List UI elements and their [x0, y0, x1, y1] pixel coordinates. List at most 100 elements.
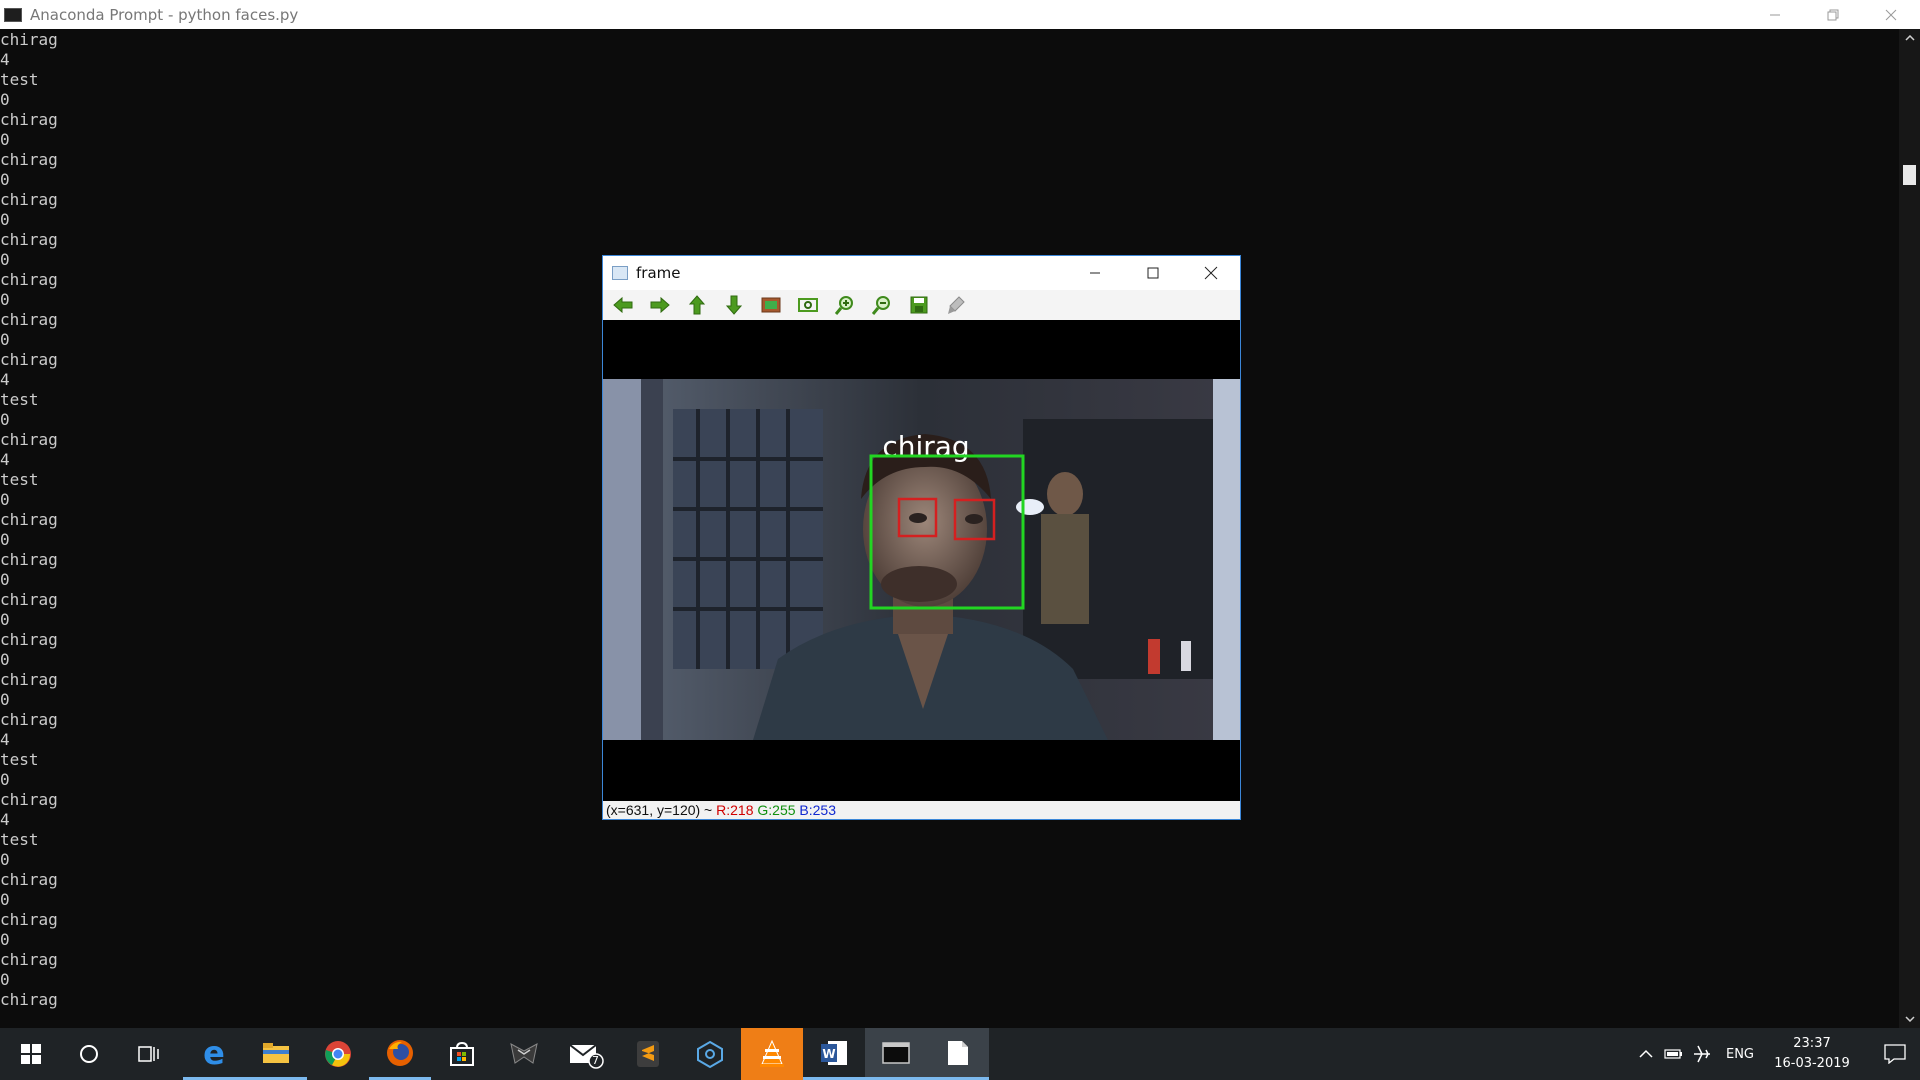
airplane-icon [1694, 1045, 1710, 1063]
close-icon [1204, 266, 1218, 280]
console-line: 0 [0, 850, 10, 869]
restore-icon [1827, 9, 1839, 20]
console-close-button[interactable] [1862, 0, 1920, 29]
zoom-frame-icon [797, 298, 818, 312]
task-view-icon [138, 1046, 159, 1062]
frame-title-bar[interactable]: frame [603, 256, 1240, 290]
folder-icon [263, 1042, 289, 1063]
clock-time: 23:37 [1793, 1036, 1831, 1051]
taskbar-file-explorer[interactable] [245, 1028, 307, 1080]
start-button[interactable] [0, 1028, 62, 1080]
desktop: Anaconda Prompt - python faces.py chirag… [0, 0, 1920, 1080]
frame-maximize-button[interactable] [1124, 256, 1182, 290]
console-line: chirag [0, 150, 58, 169]
battery-tray-button[interactable] [1660, 1028, 1688, 1080]
status-blue-value: B:253 [799, 802, 837, 818]
pan-up-button[interactable] [685, 294, 708, 317]
taskbar-chrome[interactable] [307, 1028, 369, 1080]
taskbar-store[interactable] [431, 1028, 493, 1080]
taskbar-edge[interactable]: e [183, 1028, 245, 1080]
console-restore-button[interactable] [1804, 0, 1862, 29]
scroll-thumb[interactable] [1903, 165, 1916, 185]
pan-right-button[interactable] [648, 294, 671, 317]
zoom-to-selection-button[interactable] [796, 294, 819, 317]
console-line: 0 [0, 210, 10, 229]
arrow-up-icon [688, 295, 705, 315]
blank-page-icon [948, 1040, 968, 1065]
close-icon [1885, 9, 1897, 20]
console-line: test [0, 70, 39, 89]
taskbar-firefox[interactable] [369, 1028, 431, 1080]
console-title-bar[interactable]: Anaconda Prompt - python faces.py [0, 0, 1920, 29]
chevron-up-icon [1639, 1049, 1653, 1058]
vlc-cone-icon [760, 1040, 784, 1067]
status-red-value: R:218 [716, 802, 754, 818]
properties-button[interactable] [944, 294, 967, 317]
image-icon [761, 297, 780, 313]
frame-app-icon [612, 266, 628, 280]
frame-window[interactable]: frame chirag (x=631, y=120) ~ R:218 G:25… [602, 255, 1241, 820]
windows-logo-icon [21, 1044, 41, 1064]
scroll-down-arrow-icon[interactable] [1899, 1010, 1920, 1028]
pan-left-button[interactable] [611, 294, 634, 317]
frame-toolbar [603, 290, 1240, 320]
zoom-out-icon [871, 296, 890, 315]
clock-date: 16-03-2019 [1774, 1056, 1850, 1071]
console-line: chirag [0, 30, 58, 49]
frame-minimize-button[interactable] [1066, 256, 1124, 290]
console-line: chirag [0, 910, 58, 929]
frame-window-controls [1066, 256, 1240, 290]
console-line: 0 [0, 130, 10, 149]
console-line: 0 [0, 970, 10, 989]
frame-canvas[interactable]: chirag [603, 320, 1240, 801]
taskbar-predator-sense[interactable] [493, 1028, 555, 1080]
ide-icon [697, 1040, 723, 1068]
frame-window-title: frame [636, 264, 681, 282]
airplane-mode-tray-button[interactable] [1688, 1028, 1716, 1080]
save-image-button[interactable] [907, 294, 930, 317]
console-line: chirag [0, 990, 58, 1009]
brush-icon [947, 296, 965, 314]
console-line: 0 [0, 170, 10, 189]
taskbar-anaconda-prompt[interactable] [865, 1028, 927, 1080]
edge-icon: e [203, 1033, 225, 1072]
pan-down-button[interactable] [722, 294, 745, 317]
console-window-title: Anaconda Prompt - python faces.py [30, 5, 299, 24]
taskbar-frame-window[interactable] [927, 1028, 989, 1080]
minimize-icon [1770, 14, 1780, 15]
show-hidden-icons-button[interactable] [1632, 1028, 1660, 1080]
console-line: chirag [0, 230, 58, 249]
console-line: chirag [0, 870, 58, 889]
taskbar-mail[interactable]: 7 [555, 1028, 617, 1080]
maximize-icon [1147, 267, 1159, 279]
taskbar-vlc[interactable] [741, 1028, 803, 1080]
frame-close-button[interactable] [1182, 256, 1240, 290]
save-icon [910, 296, 927, 314]
console-minimize-button[interactable] [1746, 0, 1804, 29]
task-view-button[interactable] [118, 1028, 180, 1080]
taskbar-ide[interactable] [679, 1028, 741, 1080]
search-button[interactable] [58, 1028, 120, 1080]
clock[interactable]: 23:37 16-03-2019 [1767, 1034, 1857, 1074]
zoom-in-button[interactable] [833, 294, 856, 317]
action-center-button[interactable] [1875, 1028, 1915, 1080]
webcam-image: chirag [603, 379, 1240, 740]
frame-status-bar: (x=631, y=120) ~ R:218 G:255 B:253 [603, 801, 1240, 819]
chrome-icon [325, 1041, 351, 1067]
console-line: 0 [0, 890, 10, 909]
minimize-icon [1090, 272, 1100, 274]
detection-label: chirag [882, 430, 969, 463]
arrow-left-icon [612, 296, 632, 314]
zoom-to-window-button[interactable] [759, 294, 782, 317]
taskbar-word[interactable]: W [803, 1028, 865, 1080]
taskbar-sublime-text[interactable] [617, 1028, 679, 1080]
scroll-up-arrow-icon[interactable] [1899, 29, 1920, 47]
console-line: chirag [0, 190, 58, 209]
console-window-controls [1746, 0, 1920, 29]
zoom-in-icon [834, 296, 853, 315]
zoom-out-button[interactable] [870, 294, 893, 317]
language-indicator[interactable]: ENG [1720, 1028, 1760, 1080]
console-scrollbar[interactable] [1899, 29, 1920, 1028]
system-tray: ENG 23:37 16-03-2019 [1620, 1028, 1920, 1080]
console-line: 4 [0, 50, 10, 69]
